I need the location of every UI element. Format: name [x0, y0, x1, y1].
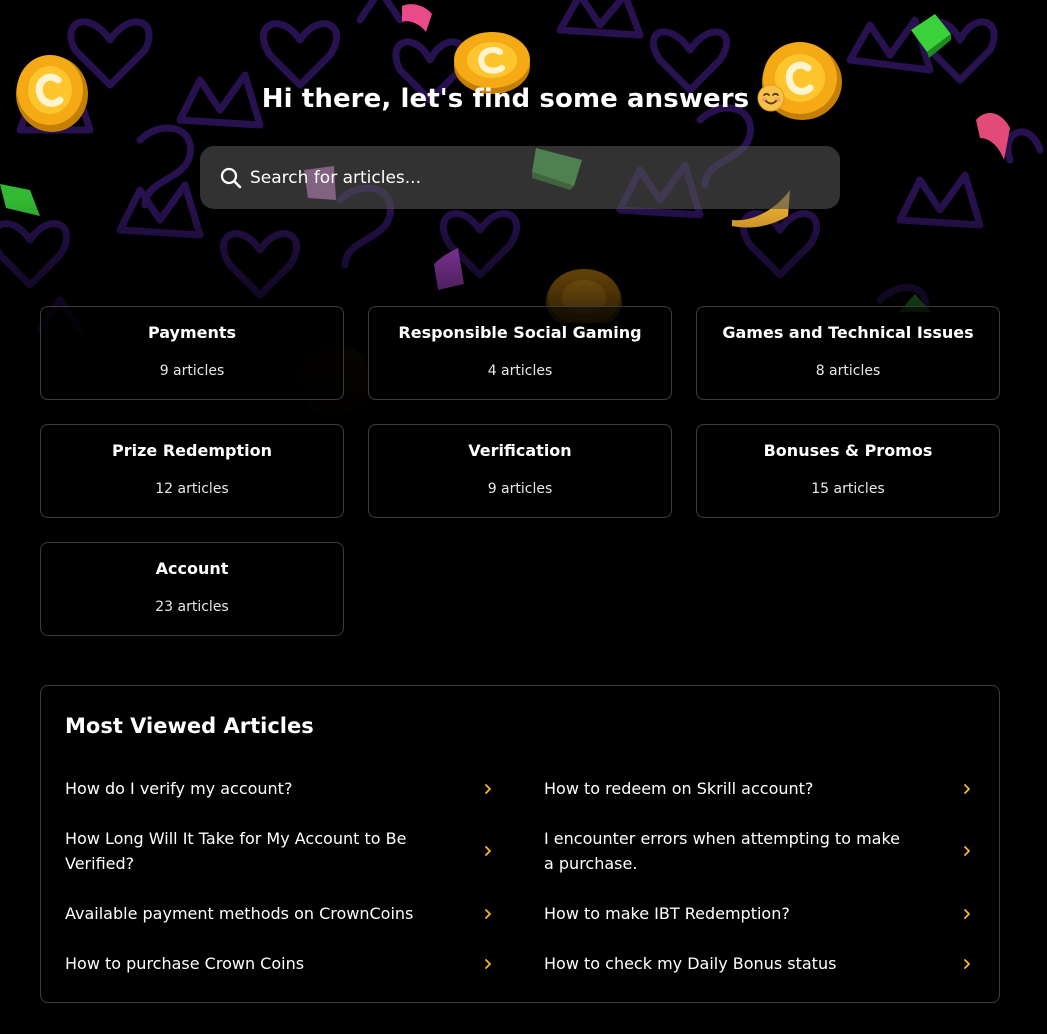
smiling-face-emoji-icon [757, 84, 785, 112]
article-title: How do I verify my account? [65, 779, 293, 798]
section-title: Most Viewed Articles [65, 714, 314, 738]
article-link[interactable]: How to make IBT Redemption? [544, 901, 975, 926]
search-icon [220, 167, 242, 188]
category-title: Prize Redemption [112, 441, 272, 460]
article-link[interactable]: I encounter errors when attempting to ma… [544, 826, 975, 876]
category-card-bonuses-and-promos[interactable]: Bonuses & Promos 15 articles [696, 424, 1000, 518]
article-link[interactable]: How to check my Daily Bonus status [544, 951, 975, 976]
category-title: Verification [468, 441, 572, 460]
article-link[interactable]: How to redeem on Skrill account? [544, 776, 975, 801]
category-card-payments[interactable]: Payments 9 articles [40, 306, 344, 400]
hero-title-row: Hi there, let's find some answers [0, 84, 1047, 114]
chevron-right-icon [964, 846, 970, 856]
article-title: How Long Will It Take for My Account to … [65, 829, 407, 873]
category-article-count: 4 articles [487, 363, 553, 379]
category-title: Responsible Social Gaming [398, 323, 642, 342]
article-title: How to purchase Crown Coins [65, 954, 305, 973]
article-title: How to make IBT Redemption? [544, 904, 790, 923]
category-article-count: 12 articles [155, 481, 229, 497]
article-link[interactable]: Available payment methods on CrownCoins [65, 901, 496, 926]
chevron-right-icon [964, 783, 970, 794]
category-card-games-and-technical-issues[interactable]: Games and Technical Issues 8 articles [696, 306, 1000, 400]
article-title: I encounter errors when attempting to ma… [544, 829, 901, 873]
chevron-right-icon [485, 846, 491, 856]
category-article-count: 23 articles [155, 599, 229, 615]
article-link[interactable]: How to purchase Crown Coins [65, 951, 496, 976]
help-center-page: Hi there, let's find some answers Paymen… [0, 0, 1047, 1034]
page-title: Hi there, let's find some answers [261, 84, 750, 114]
category-grid: Payments 9 articles Responsible Social G… [40, 306, 1000, 636]
article-link[interactable]: How do I verify my account? [65, 776, 496, 801]
category-card-responsible-social-gaming[interactable]: Responsible Social Gaming 4 articles [368, 306, 672, 400]
confetti-icon [402, 4, 432, 33]
confetti-icon [976, 113, 1010, 160]
chevron-right-icon [485, 908, 491, 919]
category-title: Bonuses & Promos [763, 441, 933, 460]
chevron-right-icon [485, 783, 491, 794]
search-input[interactable] [248, 166, 812, 189]
category-article-count: 9 articles [487, 481, 553, 497]
article-title: Available payment methods on CrownCoins [65, 904, 414, 923]
confetti-icon [911, 14, 951, 58]
article-title: How to check my Daily Bonus status [544, 954, 837, 973]
category-title: Games and Technical Issues [722, 323, 974, 342]
category-card-verification[interactable]: Verification 9 articles [368, 424, 672, 518]
category-article-count: 8 articles [815, 363, 881, 379]
chevron-right-icon [485, 958, 491, 969]
category-title: Account [155, 559, 229, 578]
most-viewed-articles-panel: Most Viewed Articles How do I verify my … [40, 685, 1000, 1003]
article-title: How to redeem on Skrill account? [544, 779, 814, 798]
article-link[interactable]: How Long Will It Take for My Account to … [65, 826, 496, 876]
chevron-right-icon [964, 958, 970, 969]
search-bar[interactable] [200, 146, 840, 209]
category-card-prize-redemption[interactable]: Prize Redemption 12 articles [40, 424, 344, 518]
article-list: How do I verify my account? How to redee… [65, 776, 975, 1001]
category-article-count: 9 articles [159, 363, 225, 379]
category-article-count: 15 articles [811, 481, 885, 497]
category-card-account[interactable]: Account 23 articles [40, 542, 344, 636]
chevron-right-icon [964, 908, 970, 919]
category-title: Payments [147, 323, 237, 342]
